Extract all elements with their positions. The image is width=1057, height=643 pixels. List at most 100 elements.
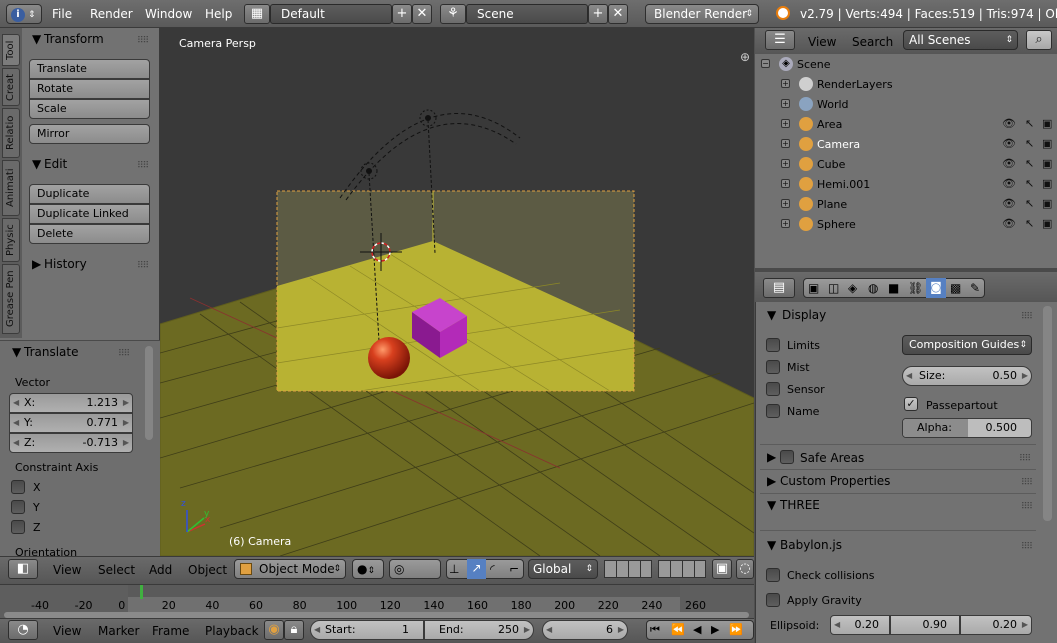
- drag-handle-icon[interactable]: ⠿⠿: [1021, 542, 1033, 552]
- delete-scene-button[interactable]: ✕: [608, 4, 628, 24]
- next-keyframe-icon[interactable]: ⏩: [729, 621, 743, 639]
- constraint-y-checkbox[interactable]: [11, 500, 25, 514]
- camera-icon[interactable]: ▣: [1042, 217, 1052, 230]
- camera-icon[interactable]: ▣: [1042, 157, 1052, 170]
- passepartout-alpha-slider[interactable]: Alpha: 0.500: [902, 418, 1032, 438]
- limits-checkbox[interactable]: [766, 338, 780, 352]
- properties-scrollbar[interactable]: [1043, 306, 1052, 521]
- render-engine-dropdown[interactable]: Blender Render ⇕: [645, 4, 759, 24]
- outliner-row-renderlayers[interactable]: + RenderLayers: [755, 74, 1057, 94]
- translate-manipulator-icon[interactable]: ↗: [467, 559, 486, 579]
- ellipsoid-z-field[interactable]: 0.20 ▶: [960, 615, 1032, 635]
- rotate-manipulator-icon[interactable]: ◜: [490, 560, 495, 578]
- expand-icon[interactable]: +: [781, 79, 790, 88]
- world-context-icon[interactable]: ◍: [868, 279, 878, 297]
- three-panel-header[interactable]: ▼ THREE ⠿⠿: [760, 498, 1036, 520]
- add-screen-button[interactable]: +: [392, 4, 412, 24]
- expand-icon[interactable]: +: [781, 179, 790, 188]
- mirror-button[interactable]: Mirror: [29, 124, 150, 144]
- vector-z-field[interactable]: ◀ Z: -0.713 ▶: [9, 433, 133, 453]
- editor-type-button[interactable]: ◧: [8, 559, 38, 579]
- duplicate-button[interactable]: Duplicate: [29, 184, 150, 204]
- lock-layers-button[interactable]: ▣: [712, 559, 732, 579]
- play-icon[interactable]: ▶: [711, 621, 719, 639]
- current-frame-marker[interactable]: [140, 585, 143, 599]
- camera-icon[interactable]: ▣: [1042, 137, 1052, 150]
- scene-field[interactable]: Scene: [466, 4, 588, 24]
- apply-gravity-checkbox[interactable]: [766, 593, 780, 607]
- play-reverse-icon[interactable]: ◀: [693, 621, 701, 639]
- eye-icon[interactable]: 👁︎: [1002, 177, 1016, 190]
- expand-icon[interactable]: +: [781, 159, 790, 168]
- check-collisions-checkbox[interactable]: [766, 568, 780, 582]
- timeline-menu-playback[interactable]: Playback: [205, 624, 259, 638]
- outliner-editor-type-button[interactable]: ☰: [765, 30, 795, 50]
- expand-icon[interactable]: +: [781, 99, 790, 108]
- timeline-menu-marker[interactable]: Marker: [98, 624, 139, 638]
- end-frame-field[interactable]: End: 250 ▶: [424, 620, 534, 640]
- constraints-context-icon[interactable]: ⛓: [908, 279, 923, 297]
- delete-button[interactable]: Delete: [29, 224, 150, 244]
- drag-handle-icon[interactable]: ⠿⠿: [137, 36, 149, 46]
- cursor-icon[interactable]: ↖: [1025, 157, 1034, 170]
- outliner-row-cube[interactable]: + Cube 👁︎ ↖ ▣: [755, 154, 1057, 174]
- prev-keyframe-icon[interactable]: ⏪: [671, 621, 685, 639]
- rotate-button[interactable]: Rotate: [29, 79, 150, 99]
- mode-dropdown[interactable]: Object Mode ⇕: [234, 559, 346, 579]
- eye-icon[interactable]: 👁︎: [1002, 117, 1016, 130]
- current-frame-field[interactable]: ◀ 6 ▶: [542, 620, 628, 640]
- transform-panel-header[interactable]: ▼ Transform: [32, 32, 104, 46]
- constraint-z-checkbox[interactable]: [11, 520, 25, 534]
- history-panel-header[interactable]: ▶ History: [32, 257, 87, 271]
- modifiers-context-icon[interactable]: ✎: [970, 279, 980, 297]
- outliner-row-plane[interactable]: + Plane 👁︎ ↖ ▣: [755, 194, 1057, 214]
- cursor-icon[interactable]: ↖: [1025, 217, 1034, 230]
- outliner-row-camera[interactable]: + Camera 👁︎ ↖ ▣: [755, 134, 1057, 154]
- drag-handle-icon[interactable]: ⠿⠿: [137, 261, 149, 271]
- expand-icon[interactable]: +: [781, 219, 790, 228]
- ellipsoid-x-field[interactable]: ◀ 0.20: [830, 615, 890, 635]
- menu-add[interactable]: Add: [149, 563, 172, 577]
- drag-handle-icon[interactable]: ⠿⠿: [1019, 454, 1031, 464]
- camera-icon[interactable]: ▣: [1042, 117, 1052, 130]
- collapse-icon[interactable]: −: [761, 59, 770, 68]
- snap-button[interactable]: ◌: [736, 559, 754, 579]
- display-panel-header[interactable]: ▼ Display ⠿⠿: [760, 308, 1036, 330]
- menu-view[interactable]: View: [53, 563, 81, 577]
- eye-icon[interactable]: 👁︎: [1002, 197, 1016, 210]
- babylon-panel-header[interactable]: ▼ Babylon.js ⠿⠿: [760, 538, 1036, 560]
- outliner-menu-search[interactable]: Search: [852, 35, 893, 49]
- eye-icon[interactable]: 👁︎: [1002, 217, 1016, 230]
- sensor-checkbox[interactable]: [766, 382, 780, 396]
- tab-relations[interactable]: Relatio: [2, 108, 20, 158]
- pivot-dropdown[interactable]: ◎: [389, 559, 441, 579]
- menu-window[interactable]: Window: [145, 7, 192, 21]
- vector-x-field[interactable]: ◀ X: 1.213 ▶: [9, 393, 133, 413]
- menu-object[interactable]: Object: [188, 563, 227, 577]
- menu-select[interactable]: Select: [98, 563, 135, 577]
- start-frame-field[interactable]: ◀ Start: 1: [310, 620, 424, 640]
- object-context-icon[interactable]: ■: [888, 279, 899, 297]
- passepartout-checkbox[interactable]: ✓: [904, 397, 918, 411]
- outliner-row-area[interactable]: + Area 👁︎ ↖ ▣: [755, 114, 1057, 134]
- cursor-icon[interactable]: ↖: [1025, 197, 1034, 210]
- plus-icon[interactable]: ⊕: [740, 50, 750, 64]
- operator-scrollbar[interactable]: [145, 346, 153, 440]
- camera-icon[interactable]: ▣: [1042, 197, 1052, 210]
- add-scene-button[interactable]: +: [588, 4, 608, 24]
- outliner-row-sphere[interactable]: + Sphere 👁︎ ↖ ▣: [755, 214, 1057, 234]
- editor-type-button[interactable]: i ⇕: [6, 4, 42, 24]
- cursor-icon[interactable]: ↖: [1025, 137, 1034, 150]
- scale-manipulator-icon[interactable]: ⌐: [509, 560, 519, 578]
- timeline-menu-view[interactable]: View: [53, 624, 81, 638]
- tab-tool[interactable]: Tool: [2, 34, 20, 66]
- outliner-menu-view[interactable]: View: [808, 35, 836, 49]
- render-context-icon[interactable]: ▣: [808, 279, 819, 297]
- auto-keying-button[interactable]: ◉: [264, 620, 284, 640]
- expand-icon[interactable]: +: [781, 139, 790, 148]
- camera-data-context-icon[interactable]: ◙: [926, 278, 946, 298]
- tab-animation[interactable]: Animati: [2, 160, 20, 216]
- expand-icon[interactable]: +: [781, 119, 790, 128]
- cursor-icon[interactable]: ↖: [1025, 177, 1034, 190]
- 3d-viewport[interactable]: x z y Camera Persp (6) Camera ⊕: [160, 28, 754, 556]
